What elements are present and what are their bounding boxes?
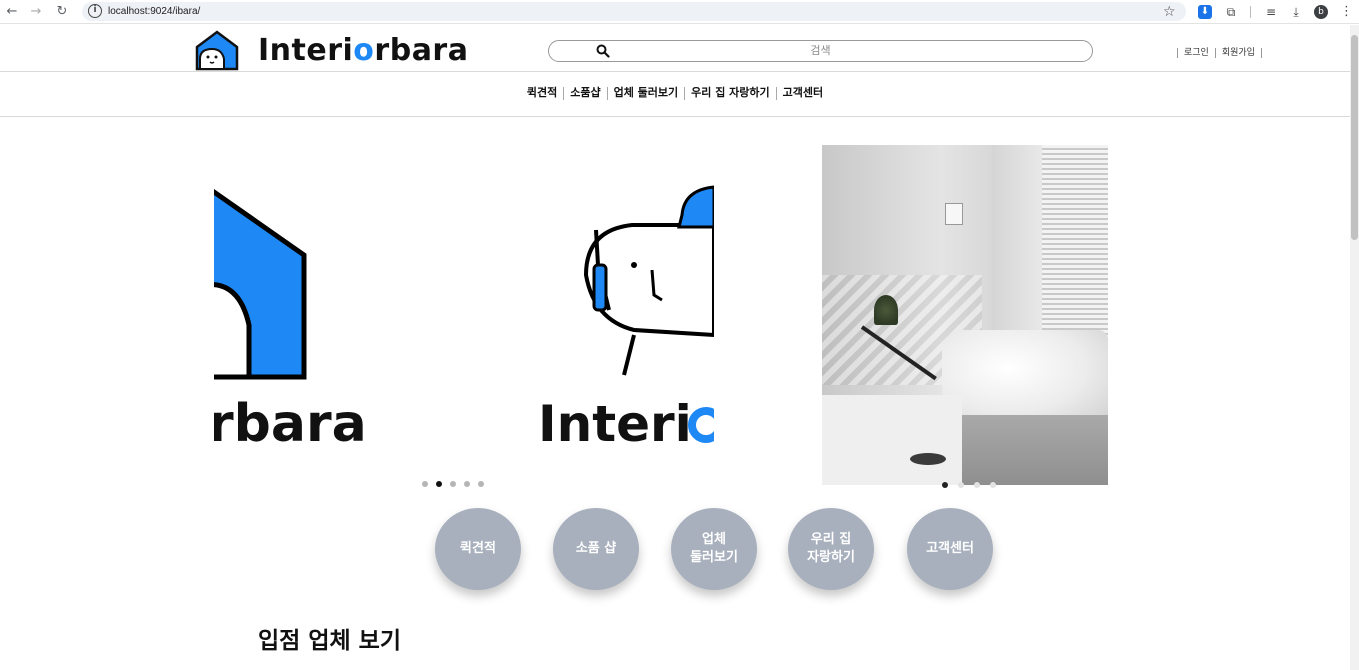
search-input[interactable]: 검색: [548, 40, 1093, 62]
photo-bed: [942, 330, 1108, 425]
slider-dot-2[interactable]: [436, 480, 442, 487]
search-placeholder[interactable]: 검색: [549, 43, 1092, 59]
slide-logo-character[interactable]: Interi: [514, 145, 724, 485]
category-customer-center-button[interactable]: 고객센터: [907, 508, 993, 590]
login-link[interactable]: 로그인: [1184, 48, 1209, 58]
profile-avatar[interactable]: b: [1314, 5, 1328, 19]
address-bar[interactable]: i localhost:9024/ibara/: [82, 2, 1186, 21]
photo-dot-3[interactable]: [974, 482, 980, 488]
category-show-off-home-button[interactable]: 우리 집 자랑하기: [788, 508, 874, 590]
download-extension-icon[interactable]: ⬇: [1198, 5, 1212, 19]
room-photo: [822, 145, 1108, 485]
slide1-wordmark: rbara: [214, 394, 367, 454]
bookmark-star-icon[interactable]: ☆: [1163, 3, 1176, 21]
category-shortcuts: 퀵견적 소품 샵 업체 둘러보기 우리 집 자랑하기 고객센터: [435, 508, 995, 592]
downloads-icon[interactable]: ⤓: [1287, 3, 1305, 21]
photo-dot-1[interactable]: [942, 482, 948, 488]
photo-window-edge: [992, 145, 1042, 345]
site-logo[interactable]: Interiorbara: [194, 29, 468, 71]
nav-item-quick-estimate[interactable]: 퀵견적: [521, 85, 563, 101]
browser-toolbar: ← → ↻ i localhost:9024/ibara/ ☆ ⬇ ⧉ ≡ ⤓ …: [0, 0, 1359, 24]
photo-desk: [822, 395, 962, 485]
main-nav: 퀵견적 소품샵 업체 둘러보기 우리 집 자랑하기 고객센터: [0, 73, 1350, 117]
signup-link[interactable]: 회원가입: [1222, 48, 1255, 58]
slide-logo-house[interactable]: rbara: [214, 145, 514, 485]
slider-dot-1[interactable]: [422, 480, 428, 487]
photo-dot-2[interactable]: [958, 482, 964, 488]
arrow-right-icon[interactable]: →: [27, 3, 45, 21]
photo-lamp-base: [910, 453, 946, 465]
category-shop-button[interactable]: 소품 샵: [553, 508, 639, 590]
divider: [1214, 47, 1216, 58]
section-title: 입점 업체 보기: [258, 628, 401, 654]
auth-links: 로그인 회원가입: [1171, 46, 1268, 60]
page-scrollbar[interactable]: [1350, 25, 1359, 670]
address-url[interactable]: localhost:9024/ibara/: [108, 4, 200, 19]
slide-room-photo[interactable]: [822, 145, 1108, 485]
nav-item-shop[interactable]: 소품샵: [564, 85, 606, 101]
extensions-puzzle-icon[interactable]: ⧉: [1222, 3, 1240, 21]
nav-item-show-off-home[interactable]: 우리 집 자랑하기: [685, 85, 776, 101]
reading-list-icon[interactable]: ≡: [1262, 3, 1280, 21]
slider-dot-4[interactable]: [464, 480, 470, 487]
slide2-wordmark: Interi: [538, 395, 692, 453]
photo-slider-pagination: [942, 473, 1006, 492]
slider-pagination: [422, 473, 492, 487]
category-quick-estimate-button[interactable]: 퀵견적: [435, 508, 521, 590]
site-header: Interiorbara 검색 로그인 회원가입: [0, 25, 1350, 72]
photo-dot-4[interactable]: [990, 482, 996, 488]
arrow-left-icon[interactable]: ←: [3, 3, 21, 21]
house-logo-icon: [195, 30, 239, 71]
nav-item-browse-companies[interactable]: 업체 둘러보기: [608, 85, 685, 101]
banner-slider[interactable]: rbara Interi: [214, 145, 1108, 485]
logo-wordmark: Interiorbara: [258, 33, 469, 68]
slider-dot-5[interactable]: [478, 480, 484, 487]
nav-item-customer-center[interactable]: 고객센터: [777, 85, 829, 101]
photo-wall-frame: [945, 203, 963, 225]
scrollbar-thumb[interactable]: [1351, 35, 1358, 240]
photo-plant: [874, 295, 898, 325]
house-illustration-icon: rbara: [214, 188, 367, 454]
toolbar-separator: [1250, 6, 1251, 18]
browser-menu-icon[interactable]: ⋮: [1340, 3, 1353, 21]
divider: [1177, 47, 1178, 58]
capybara-character-icon: Interi: [538, 185, 724, 453]
site-info-icon[interactable]: i: [88, 4, 102, 18]
category-browse-companies-button[interactable]: 업체 둘러보기: [671, 508, 757, 590]
divider: [1260, 47, 1262, 58]
slider-dot-3[interactable]: [450, 480, 456, 487]
reload-icon[interactable]: ↻: [53, 3, 71, 21]
